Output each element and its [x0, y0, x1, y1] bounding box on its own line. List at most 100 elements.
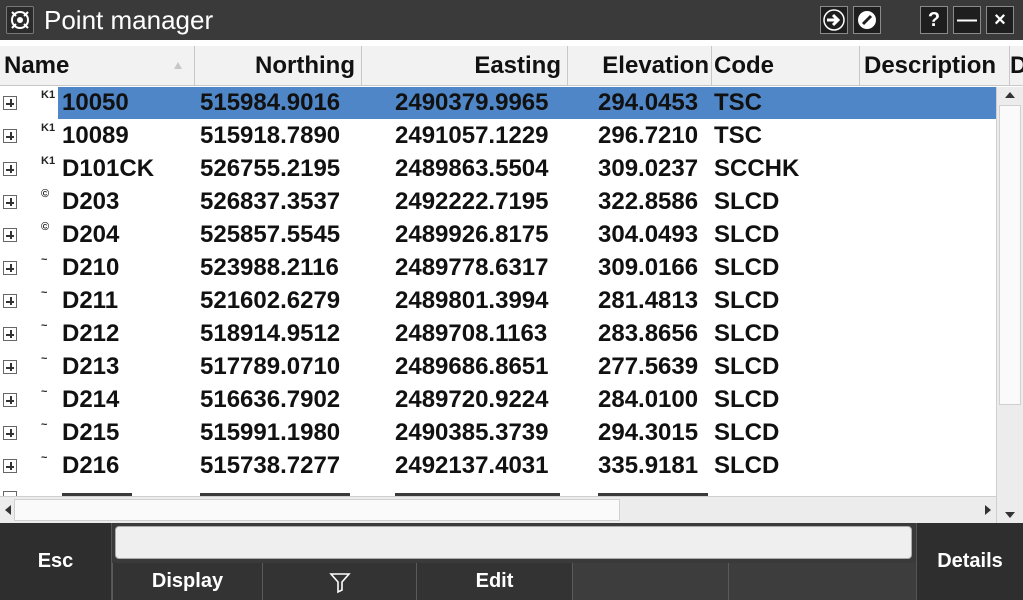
- cell-code: SLCD: [714, 353, 780, 380]
- esc-button[interactable]: Esc: [0, 523, 112, 600]
- table-row[interactable]: © D204 525857.5545 2489926.8175 304.0493…: [0, 219, 996, 251]
- expand-icon[interactable]: [3, 228, 17, 242]
- expand-icon[interactable]: [3, 327, 17, 341]
- cell-code: SCCHK: [714, 155, 800, 182]
- cell-name: D101CK: [62, 155, 155, 182]
- vertical-scroll-thumb[interactable]: [999, 105, 1021, 405]
- cell-name: D213: [62, 353, 120, 380]
- table-row[interactable]: ~ D213 517789.0710 2489686.8651 277.5639…: [0, 351, 996, 383]
- cell-northing: 517789.0710: [200, 353, 341, 380]
- expand-icon[interactable]: [3, 162, 17, 176]
- table-row[interactable]: © D203 526837.3537 2492222.7195 322.8586…: [0, 186, 996, 218]
- cell-easting: 2490385.3739: [395, 419, 549, 446]
- table-row[interactable]: K1 10089 515918.7890 2491057.1229 296.72…: [0, 120, 996, 152]
- cell-easting: 2491057.1229: [395, 122, 549, 149]
- cell-easting: 2489720.9224: [395, 386, 549, 413]
- cell-elevation: 284.0100: [598, 386, 699, 413]
- table-row[interactable]: ~ D215 515991.1980 2490385.3739 294.3015…: [0, 417, 996, 449]
- point-type-icon: K1: [41, 89, 56, 101]
- expand-icon[interactable]: [3, 426, 17, 440]
- column-header-code[interactable]: Code: [712, 46, 860, 86]
- column-label: Name: [4, 52, 70, 79]
- help-button[interactable]: ?: [920, 6, 948, 34]
- horizontal-scrollbar[interactable]: [0, 496, 996, 523]
- cell-northing: 521602.6279: [200, 287, 341, 314]
- expand-icon[interactable]: [3, 261, 17, 275]
- table-row[interactable]: K1 D101CK 526755.2195 2489863.5504 309.0…: [0, 153, 996, 185]
- close-button[interactable]: ×: [986, 6, 1014, 34]
- cell-easting: 2489801.3994: [395, 287, 549, 314]
- cell-code: TSC: [714, 122, 762, 149]
- table-row[interactable]: ~ D214 516636.7902 2489720.9224 284.0100…: [0, 384, 996, 416]
- point-type-icon: ~: [41, 287, 48, 299]
- cell-northing: 525857.5545: [200, 221, 341, 248]
- softkey-row: Display Edit: [112, 563, 916, 600]
- partial-row: [0, 487, 996, 496]
- cell-elevation: 322.8586: [598, 188, 699, 215]
- cell-name: D216: [62, 452, 120, 479]
- point-type-icon: K1: [41, 122, 56, 134]
- command-input[interactable]: [115, 526, 912, 559]
- edit-button[interactable]: Edit: [416, 563, 572, 600]
- cell-northing: 515918.7890: [200, 122, 341, 149]
- cell-code: TSC: [714, 89, 762, 116]
- column-header-easting[interactable]: Easting: [362, 46, 568, 86]
- expand-icon[interactable]: [3, 195, 17, 209]
- point-type-icon: ~: [41, 254, 48, 266]
- compass-icon[interactable]: [853, 6, 881, 34]
- app-icon[interactable]: [6, 6, 34, 34]
- point-type-icon: ~: [41, 386, 48, 398]
- scroll-up-icon[interactable]: [1005, 92, 1015, 98]
- cell-easting: 2489686.8651: [395, 353, 549, 380]
- filter-button[interactable]: [262, 563, 416, 600]
- cell-easting: 2492222.7195: [395, 188, 549, 215]
- scroll-right-icon[interactable]: [985, 505, 991, 515]
- column-header-northing[interactable]: Northing: [195, 46, 362, 86]
- cell-elevation: 283.8656: [598, 320, 699, 347]
- cell-northing: 515991.1980: [200, 419, 341, 446]
- cell-easting: 2492137.4031: [395, 452, 549, 479]
- login-arrow-icon[interactable]: [820, 6, 848, 34]
- column-header-name[interactable]: Name: [0, 46, 195, 86]
- scroll-left-icon[interactable]: [5, 505, 11, 515]
- vertical-scrollbar[interactable]: [996, 87, 1023, 523]
- scroll-down-icon[interactable]: [1005, 512, 1015, 518]
- point-list: K1 10050 515984.9016 2490379.9965 294.04…: [0, 87, 996, 496]
- cell-elevation: 294.0453: [598, 89, 699, 116]
- cell-easting: 2489863.5504: [395, 155, 549, 182]
- table-row[interactable]: K1 10050 515984.9016 2490379.9965 294.04…: [0, 87, 996, 119]
- table-row[interactable]: ~ D212 518914.9512 2489708.1163 283.8656…: [0, 318, 996, 350]
- cell-northing: 523988.2116: [200, 254, 339, 281]
- column-header-description[interactable]: Description: [862, 46, 1010, 86]
- point-type-icon: ~: [41, 452, 48, 464]
- details-button[interactable]: Details: [916, 523, 1023, 600]
- expand-icon[interactable]: [3, 393, 17, 407]
- cell-code: SLCD: [714, 254, 780, 281]
- expand-icon[interactable]: [3, 459, 17, 473]
- cell-elevation: 281.4813: [598, 287, 699, 314]
- cell-name: D212: [62, 320, 120, 347]
- horizontal-scroll-thumb[interactable]: [14, 499, 620, 521]
- expand-icon[interactable]: [3, 96, 17, 110]
- table-header: Name Northing Easting Elevation Code Des…: [0, 46, 1023, 86]
- table-row[interactable]: ~ D210 523988.2116 2489778.6317 309.0166…: [0, 252, 996, 284]
- cell-code: SLCD: [714, 419, 780, 446]
- column-header-d[interactable]: D: [1010, 46, 1023, 86]
- expand-icon[interactable]: [3, 360, 17, 374]
- minimize-button[interactable]: —: [953, 6, 981, 34]
- expand-icon[interactable]: [3, 294, 17, 308]
- empty-softkey: [728, 563, 916, 600]
- column-header-elevation[interactable]: Elevation: [568, 46, 712, 86]
- cell-easting: 2489926.8175: [395, 221, 549, 248]
- cell-code: SLCD: [714, 287, 780, 314]
- cell-elevation: 309.0237: [598, 155, 699, 182]
- table-row[interactable]: ~ D216 515738.7277 2492137.4031 335.9181…: [0, 450, 996, 482]
- cell-easting: 2489708.1163: [395, 320, 548, 347]
- cell-name: D203: [62, 188, 120, 215]
- table-row[interactable]: ~ D211 521602.6279 2489801.3994 281.4813…: [0, 285, 996, 317]
- expand-icon[interactable]: [3, 129, 17, 143]
- cell-easting: 2490379.9965: [395, 89, 549, 116]
- bottom-bar: Esc Display Edit Details: [0, 523, 1023, 600]
- cell-elevation: 335.9181: [598, 452, 699, 479]
- display-button[interactable]: Display: [112, 563, 262, 600]
